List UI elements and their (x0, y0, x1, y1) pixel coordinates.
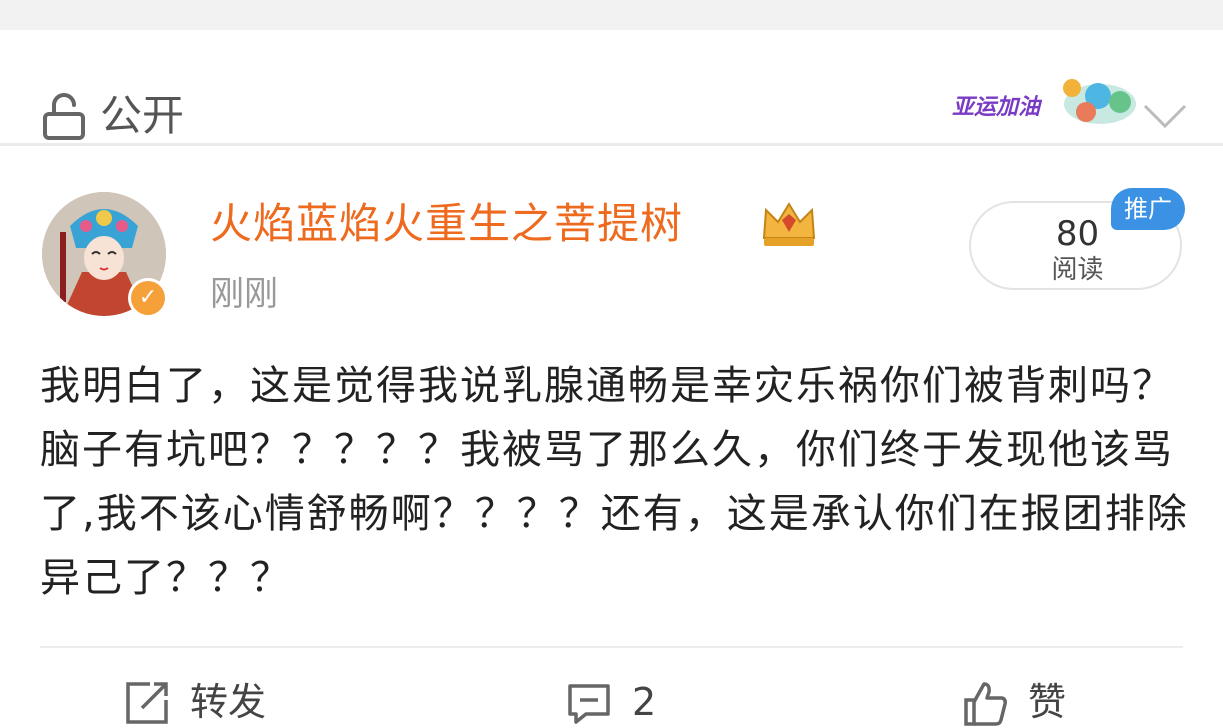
repost-label: 转发 (190, 680, 267, 724)
share-icon (126, 682, 168, 724)
chevron-down-icon[interactable] (1142, 100, 1188, 130)
read-label: 阅读 (1051, 255, 1104, 285)
comment-count: 2 (632, 680, 657, 724)
comment-icon (568, 684, 610, 724)
section-divider (0, 143, 1223, 146)
visibility-label: 公开 (100, 91, 185, 140)
lock-open-icon (43, 93, 85, 140)
post-time: 刚刚 (210, 274, 278, 314)
verified-icon: ✓ (128, 278, 168, 318)
asian-games-banner[interactable]: 亚运加油 (950, 74, 1138, 128)
banner-text: 亚运加油 (952, 95, 1043, 120)
action-divider (40, 646, 1183, 648)
post-text: 我明白了，这是觉得我说乳腺通畅是幸灾乐祸你们被背刺吗？脑子有坑吧？？？？？我被骂… (40, 363, 1189, 601)
banner-art: 亚运加油 (952, 79, 1136, 124)
promo-badge[interactable]: 推广 (1111, 188, 1185, 230)
thumbs-up-icon (964, 682, 1007, 726)
crown-icon[interactable] (760, 200, 818, 250)
like-label: 赞 (1028, 680, 1067, 724)
username[interactable]: 火焰蓝焰火重生之菩提树 (210, 196, 683, 252)
visibility-bar[interactable]: 公开 亚运加油 (0, 30, 1223, 143)
top-strip (0, 0, 1223, 30)
